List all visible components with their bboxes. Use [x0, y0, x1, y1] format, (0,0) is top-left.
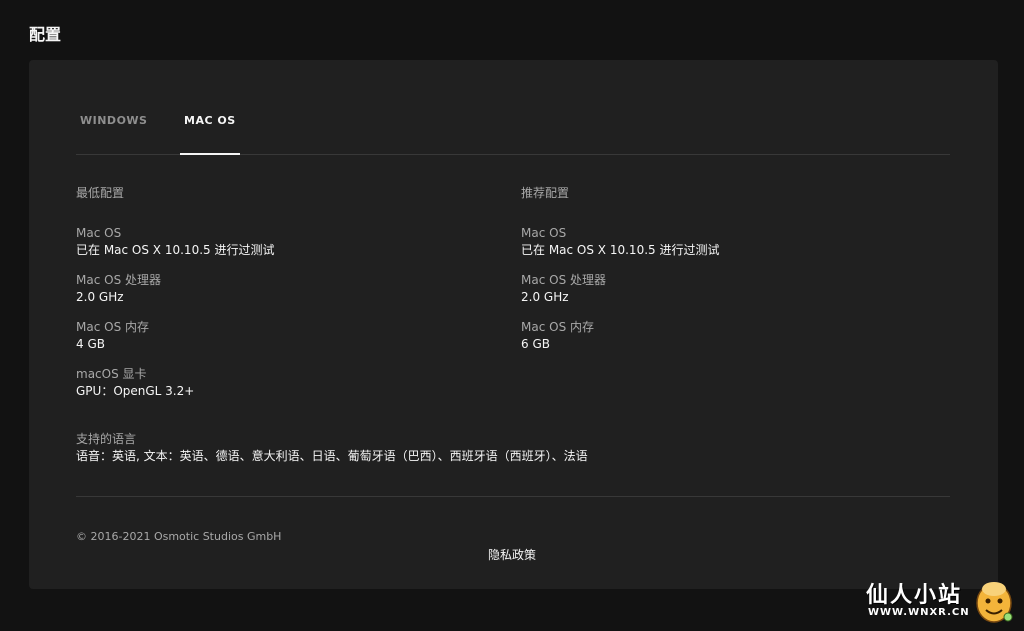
spec-value: 2.0 GHz	[76, 290, 124, 304]
tab-mac-os[interactable]: MAC OS	[180, 114, 240, 155]
spec-item: Mac OS 内存 4 GB	[76, 319, 274, 352]
spec-item: macOS 显卡 GPU：OpenGL 3.2+	[76, 366, 274, 399]
footer-divider	[76, 496, 950, 497]
copyright-text: © 2016-2021 Osmotic Studios GmbH	[76, 530, 282, 543]
spec-value: 已在 Mac OS X 10.10.5 进行过测试	[521, 243, 720, 257]
spec-item: Mac OS 已在 Mac OS X 10.10.5 进行过测试	[521, 225, 719, 258]
spec-value: GPU：OpenGL 3.2+	[76, 384, 195, 398]
platform-tabs: WINDOWS MAC OS	[76, 98, 950, 155]
page: 配置 WINDOWS MAC OS 最低配置 Mac OS 已在 Mac OS …	[0, 0, 1024, 631]
tab-windows[interactable]: WINDOWS	[80, 114, 147, 154]
spec-label: Mac OS 处理器	[521, 273, 606, 287]
mascot-icon	[976, 582, 1013, 623]
spec-item: Mac OS 内存 6 GB	[521, 319, 719, 352]
spec-label: Mac OS	[76, 226, 122, 240]
spec-value: 2.0 GHz	[521, 290, 569, 304]
section-title: 配置	[29, 25, 62, 44]
spec-label: Mac OS	[521, 226, 567, 240]
supported-languages: 支持的语言 语音：英语, 文本：英语、德语、意大利语、日语、葡萄牙语（巴西）、西…	[76, 431, 588, 464]
spec-value: 4 GB	[76, 337, 105, 351]
spec-label: macOS 显卡	[76, 367, 147, 381]
watermark: 仙人小站 WWW.WNXR.CN	[866, 577, 1016, 625]
spec-value: 已在 Mac OS X 10.10.5 进行过测试	[76, 243, 275, 257]
recommended-heading: 推荐配置	[521, 186, 570, 200]
spec-item: Mac OS 已在 Mac OS X 10.10.5 进行过测试	[76, 225, 274, 258]
spec-item: Mac OS 处理器 2.0 GHz	[521, 272, 719, 305]
watermark-title: 仙人小站	[866, 583, 963, 608]
languages-value: 语音：英语, 文本：英语、德语、意大利语、日语、葡萄牙语（巴西）、西班牙语（西班…	[76, 449, 588, 463]
privacy-policy-link[interactable]: 隐私政策	[488, 546, 536, 563]
spec-value: 6 GB	[521, 337, 550, 351]
watermark-url: WWW.WNXR.CN	[868, 607, 970, 618]
spec-label: Mac OS 内存	[521, 320, 594, 334]
languages-label: 支持的语言	[76, 432, 137, 446]
recommended-requirements: 推荐配置 Mac OS 已在 Mac OS X 10.10.5 进行过测试 Ma…	[521, 185, 719, 366]
spec-label: Mac OS 内存	[76, 320, 149, 334]
requirements-panel: WINDOWS MAC OS 最低配置 Mac OS 已在 Mac OS X 1…	[29, 60, 998, 589]
minimum-requirements: 最低配置 Mac OS 已在 Mac OS X 10.10.5 进行过测试 Ma…	[76, 185, 274, 413]
spec-item: Mac OS 处理器 2.0 GHz	[76, 272, 274, 305]
spec-label: Mac OS 处理器	[76, 273, 161, 287]
minimum-heading: 最低配置	[76, 186, 125, 200]
